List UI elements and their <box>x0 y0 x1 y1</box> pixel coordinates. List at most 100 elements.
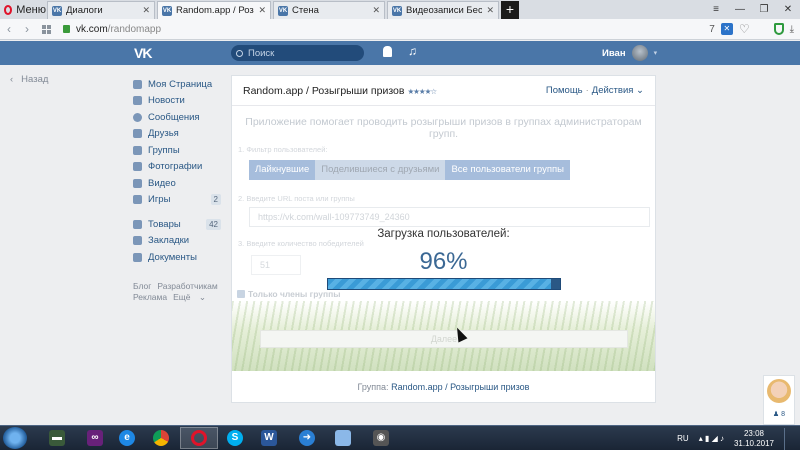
next-button[interactable]: Далее <box>260 330 628 348</box>
filter-buttons: Лайкнувшие Поделившиеся с друзьями Все п… <box>249 160 570 180</box>
user-menu[interactable]: Иван ▾ <box>602 45 657 61</box>
clock[interactable]: 23:08 31.10.2017 <box>734 429 774 449</box>
bookmark-heart-icon[interactable]: ♡ <box>739 22 750 36</box>
tab-wall[interactable]: VK Стена ✕ <box>273 1 385 19</box>
show-desktop-button[interactable] <box>784 427 792 450</box>
tray-icons[interactable]: ▴ ▮ ◢ ♪ <box>699 434 724 443</box>
language-indicator[interactable]: RU <box>677 434 689 443</box>
chat-widget[interactable]: ♟ 8 <box>763 375 795 425</box>
back-link[interactable]: ‹ Назад <box>10 74 48 85</box>
checkbox-icon <box>237 290 245 298</box>
nav-item-photos[interactable]: Фотографии <box>133 159 223 176</box>
windows-taskbar: ▬ ∞ e S W ➜ ◉ RU ▴ ▮ ◢ ♪ 23:08 31.10.2017 <box>0 425 800 450</box>
bell-icon[interactable] <box>383 46 392 57</box>
left-nav: Моя Страница Новости Сообщения Друзья Гр… <box>133 76 223 266</box>
nav-item-goods[interactable]: Товары 42 <box>133 216 223 233</box>
back-label: Назад <box>21 74 49 85</box>
filter-shared-button[interactable]: Поделившиеся с друзьями <box>315 160 446 180</box>
filter-all-members-button[interactable]: Все пользователи группы <box>445 160 570 180</box>
footer-developers-link[interactable]: Разработчикам <box>157 281 217 291</box>
nav-item-bookmarks[interactable]: Закладки <box>133 233 223 250</box>
url-field[interactable]: vk.com/randomapp <box>76 24 709 35</box>
tab-randomapp[interactable]: VK Random.app / Розыгрыши ✕ <box>157 1 271 19</box>
games-count-badge: 2 <box>210 194 221 206</box>
search-input[interactable]: Поиск <box>231 45 364 61</box>
clock-date: 31.10.2017 <box>733 438 774 448</box>
forward-arrow-icon[interactable]: › <box>18 22 36 36</box>
tab-videos[interactable]: VK Видеозаписи Бесплатный ✕ <box>387 1 499 19</box>
taskbar-opera[interactable] <box>180 427 218 449</box>
step-filter-label: 1. Фильтр пользователей: <box>238 145 328 154</box>
close-icon[interactable]: ✕ <box>372 5 380 16</box>
footer-more-link[interactable]: Ещё ⌄ <box>173 292 206 302</box>
nav-item-news[interactable]: Новости <box>133 93 223 110</box>
vk-logo[interactable]: VK <box>134 45 152 61</box>
minimize-icon[interactable]: — <box>728 0 752 19</box>
app-icon: ➜ <box>299 430 315 446</box>
taskbar-ie[interactable]: e <box>108 427 146 449</box>
page-title: Random.app / Розыгрыши призов <box>243 84 405 97</box>
close-icon[interactable]: ✕ <box>258 5 266 16</box>
close-icon[interactable]: ✕ <box>486 5 494 16</box>
step-winners-label: 3. Введите количество победителей <box>238 239 364 248</box>
app-description: Приложение помогает проводить розыгрыши … <box>245 116 642 140</box>
window-controls: ≡ — ❐ ✕ <box>704 0 800 19</box>
speed-dial-icon[interactable] <box>42 24 51 34</box>
footer-blog-link[interactable]: Блог <box>133 281 151 291</box>
nav-item-my-page[interactable]: Моя Страница <box>133 76 223 93</box>
taskbar-app-9[interactable] <box>324 427 362 449</box>
start-button[interactable] <box>3 427 27 449</box>
adblock-count: 7 <box>709 23 715 35</box>
tab-menu-icon[interactable]: ≡ <box>704 0 728 19</box>
maximize-icon[interactable]: ❐ <box>752 0 776 19</box>
close-window-icon[interactable]: ✕ <box>776 0 800 19</box>
taskbar-word[interactable]: W <box>250 427 288 449</box>
url-domain: vk.com <box>76 23 108 35</box>
vpn-shield-icon[interactable] <box>773 23 784 35</box>
post-url-input[interactable]: https://vk.com/wall-109773749_24360 <box>249 207 650 227</box>
nav-item-friends[interactable]: Друзья <box>133 126 223 143</box>
nav-item-games[interactable]: Игры 2 <box>133 192 223 209</box>
taskbar-chrome[interactable] <box>142 427 180 449</box>
close-icon[interactable]: ✕ <box>142 5 150 16</box>
filter-liked-button[interactable]: Лайкнувшие <box>249 160 316 180</box>
adblock-icon[interactable]: ✕ <box>720 23 733 35</box>
chat-count: ♟ 8 <box>772 411 786 418</box>
new-tab-button[interactable]: + <box>501 1 519 19</box>
loading-percent: 96% <box>419 248 468 275</box>
app-card-footer: Группа: Random.app / Розыгрыши призов <box>232 382 655 392</box>
chevron-down-icon: ▾ <box>653 50 658 57</box>
chat-count-value: 8 <box>781 411 786 418</box>
only-members-checkbox[interactable]: Только члены группы <box>237 289 341 299</box>
taskbar-skype[interactable]: S <box>216 427 254 449</box>
app-icon: ▬ <box>49 430 65 446</box>
goods-count-badge: 42 <box>206 218 221 230</box>
taskbar-app-8[interactable]: ➜ <box>288 427 326 449</box>
camera-icon <box>133 162 142 172</box>
rating-stars: ★★★★☆ <box>407 86 437 96</box>
back-arrow-icon[interactable]: ‹ <box>0 22 18 36</box>
chevron-left-icon: ‹ <box>10 74 14 85</box>
monitor-icon <box>335 430 351 446</box>
footer-group-link[interactable]: Random.app / Розыгрыши призов <box>391 382 529 392</box>
taskbar-app-1[interactable]: ▬ <box>38 427 76 449</box>
nav-item-messages[interactable]: Сообщения <box>133 109 223 126</box>
taskbar-app-10[interactable]: ◉ <box>362 427 400 449</box>
footer-ads-link[interactable]: Реклама <box>133 292 167 302</box>
browser-menu-button[interactable]: Меню <box>0 0 46 19</box>
actions-menu[interactable]: Действия ⌄ <box>592 85 644 96</box>
music-note-icon[interactable]: ♫ <box>408 44 417 58</box>
nav-item-video[interactable]: Видео <box>133 175 223 192</box>
nav-item-groups[interactable]: Группы <box>133 142 223 159</box>
tab-dialogs[interactable]: VK Диалоги ✕ <box>47 1 155 19</box>
chat-avatar <box>767 379 791 403</box>
browser-menu-label: Меню <box>16 3 46 16</box>
news-icon <box>133 96 142 106</box>
download-icon[interactable]: ⤓ <box>790 24 794 35</box>
help-link[interactable]: Помощь <box>546 85 583 96</box>
skype-icon: S <box>227 430 243 446</box>
nav-label: Группы <box>148 144 180 156</box>
video-icon <box>133 178 142 188</box>
avatar <box>631 45 648 61</box>
nav-item-documents[interactable]: Документы <box>133 249 223 266</box>
